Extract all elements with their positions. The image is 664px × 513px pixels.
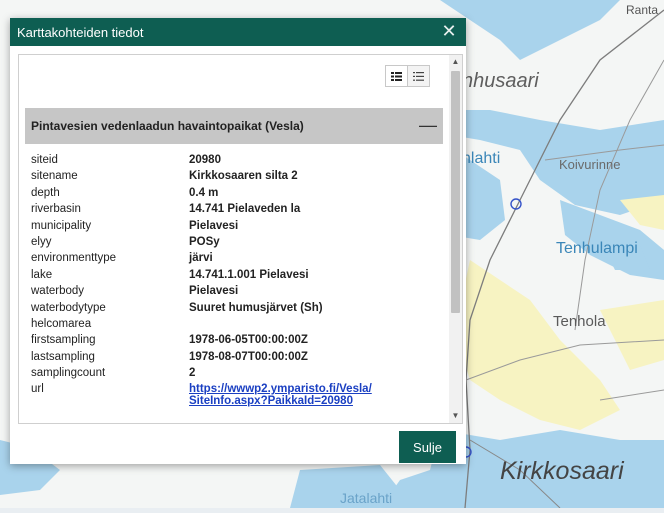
property-value: Pielavesi: [189, 285, 239, 298]
link-line-2: SiteInfo.aspx?PaikkaId=20980: [189, 395, 353, 408]
property-key: depth: [31, 186, 60, 199]
property-value: Kirkkosaaren silta 2: [189, 170, 298, 183]
table-row: samplingcount 2: [31, 367, 439, 383]
property-key: waterbody: [31, 285, 85, 298]
table-row: siteid 20980: [31, 154, 439, 170]
table-row: environmenttype järvi: [31, 252, 439, 268]
scroll-up-icon[interactable]: ▲: [449, 55, 462, 69]
property-key: elyy: [31, 235, 52, 248]
section-header[interactable]: Pintavesien vedenlaadun havaintopaikat (…: [25, 108, 443, 144]
property-key: lake: [31, 268, 53, 281]
property-key: environmenttype: [31, 252, 117, 265]
feature-info-dialog: Karttakohteiden tiedot ✕ Pintavesien ved…: [10, 18, 466, 464]
map-label-ranta: Ranta: [626, 3, 659, 17]
view-toggle: [385, 65, 430, 87]
close-button[interactable]: Sulje: [399, 431, 456, 463]
property-value: https://wwwp2.ymparisto.fi/Vesla/ SiteIn…: [189, 383, 439, 407]
table-row: riverbasin 14.741 Pielaveden la: [31, 203, 439, 219]
close-icon[interactable]: ✕: [438, 20, 460, 42]
property-key: helcomarea: [31, 317, 92, 330]
map-label-tenhulampi: Tenhulampi: [556, 240, 638, 257]
property-key: sitename: [31, 170, 78, 183]
property-key: siteid: [31, 154, 58, 166]
list-compact-button[interactable]: [385, 65, 408, 87]
table-row: lastsampling 1978-08-07T00:00:00Z: [31, 351, 439, 367]
vertical-scrollbar[interactable]: ▲ ▼: [449, 55, 462, 423]
property-value: 2: [189, 367, 196, 380]
map-label-kirkkosaari: Kirkkosaari: [500, 457, 624, 485]
property-value: 20980: [189, 154, 221, 166]
table-row: firstsampling 1978-06-05T00:00:00Z: [31, 334, 439, 350]
property-key: waterbodytype: [31, 301, 106, 314]
table-row: depth 0.4 m: [31, 187, 439, 203]
site-info-link[interactable]: https://wwwp2.ymparisto.fi/Vesla/ SiteIn…: [189, 383, 372, 407]
link-line-1: https://wwwp2.ymparisto.fi/Vesla/: [189, 383, 372, 396]
property-key: municipality: [31, 219, 92, 232]
property-value: [189, 318, 439, 334]
table-row: helcomarea: [31, 318, 439, 334]
table-row: url https://wwwp2.ymparisto.fi/Vesla/ Si…: [31, 383, 439, 407]
map-label-nlahti: nlahti: [462, 150, 501, 167]
property-value: 14.741 Pielaveden la: [189, 203, 301, 216]
map-label-tenhola: Tenhola: [553, 313, 606, 330]
table-row: waterbody Pielavesi: [31, 285, 439, 301]
property-key: lastsampling: [31, 350, 95, 363]
property-value: 1978-08-07T00:00:00Z: [189, 350, 308, 363]
property-value: Pielavesi: [189, 219, 239, 232]
dialog-title: Karttakohteiden tiedot: [17, 25, 144, 40]
property-value: 1978-06-05T00:00:00Z: [189, 334, 308, 347]
table-row: elyy POSy: [31, 236, 439, 252]
dialog-content: Pintavesien vedenlaadun havaintopaikat (…: [18, 54, 463, 424]
property-value: POSy: [189, 235, 220, 248]
list-compact-icon: [391, 71, 402, 81]
property-key: firstsampling: [31, 334, 96, 347]
property-value: Suuret humusjärvet (Sh): [189, 301, 323, 314]
dialog-header[interactable]: Karttakohteiden tiedot ✕: [10, 18, 466, 46]
map-label-nhusaari: nhusaari: [462, 70, 539, 92]
section-title: Pintavesien vedenlaadun havaintopaikat (…: [31, 119, 304, 133]
property-value: 0.4 m: [189, 186, 219, 199]
scroll-down-icon[interactable]: ▼: [449, 409, 462, 423]
property-key: samplingcount: [31, 367, 106, 380]
property-value: 14.741.1.001 Pielavesi: [189, 268, 309, 281]
property-key: url: [31, 383, 44, 396]
list-detailed-button[interactable]: [407, 65, 430, 87]
table-row: sitename Kirkkosaaren silta 2: [31, 170, 439, 186]
collapse-icon[interactable]: —: [419, 115, 437, 135]
scroll-thumb[interactable]: [451, 71, 460, 313]
property-key: riverbasin: [31, 203, 81, 216]
map-label-jatalahti: Jatalahti: [340, 490, 393, 506]
properties-table: siteid 20980 sitename Kirkkosaaren silta 2 d…: [31, 154, 439, 407]
scroll-area[interactable]: Pintavesien vedenlaadun havaintopaikat (…: [19, 55, 449, 423]
property-value: järvi: [189, 252, 213, 265]
table-row: waterbodytype Suuret humusjärvet (Sh): [31, 302, 439, 318]
table-row: municipality Pielavesi: [31, 220, 439, 236]
map-label-koivurinne: Koivurinne: [559, 157, 621, 172]
list-detailed-icon: [413, 71, 424, 81]
table-row: lake 14.741.1.001 Pielavesi: [31, 269, 439, 285]
